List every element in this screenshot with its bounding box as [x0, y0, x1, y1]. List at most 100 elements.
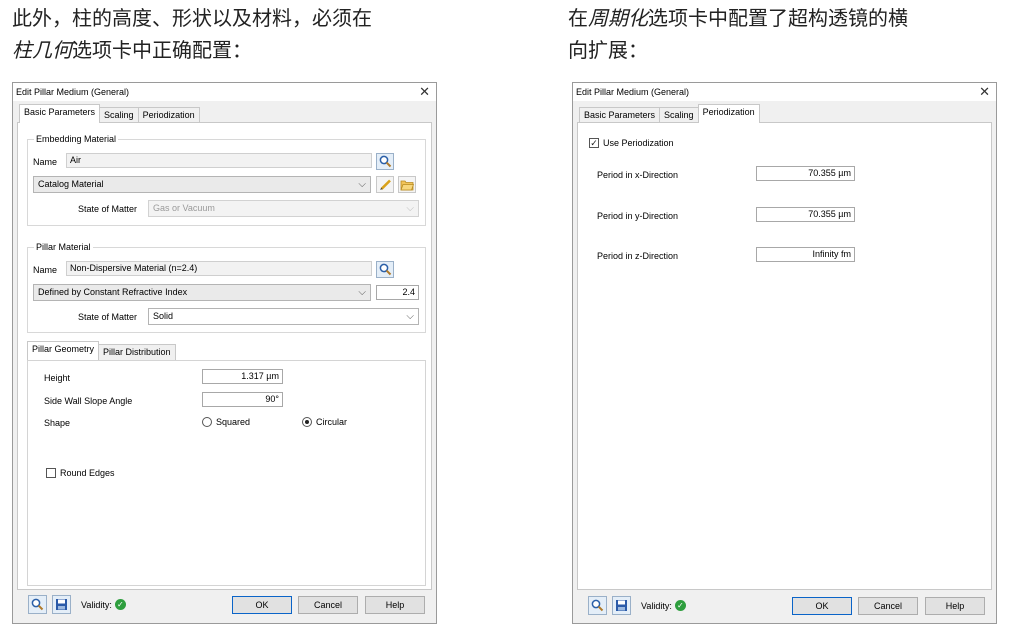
pillar-state-value: Solid: [153, 311, 174, 321]
tab-scaling[interactable]: Scaling: [659, 107, 699, 123]
tab-scaling[interactable]: Scaling: [99, 107, 139, 123]
chevron-down-icon: ⌵: [406, 203, 414, 214]
height-field[interactable]: 1.317 µm: [202, 369, 283, 384]
edit-pillar-medium-dialog-basic: Edit Pillar Medium (General) ✕ Basic Par…: [12, 82, 437, 624]
caption-left: 此外，柱的高度、形状以及材料，必须在 柱几何选项卡中正确配置：: [12, 2, 462, 66]
pillar-name-label: Name: [33, 265, 58, 275]
main-tabs: Basic Parameters Scaling Periodization: [19, 104, 200, 123]
embedding-name-label: Name: [33, 157, 58, 167]
checkbox-box: [46, 468, 56, 478]
embedding-catalog-value: Catalog Material: [38, 179, 104, 189]
tab-basic-parameters[interactable]: Basic Parameters: [19, 104, 101, 123]
search-footer-button[interactable]: [28, 595, 47, 614]
period-y-label: Period in y-Direction: [597, 211, 679, 221]
cancel-button[interactable]: Cancel: [298, 596, 358, 614]
round-edges-label: Round Edges: [60, 468, 115, 478]
ok-button[interactable]: OK: [792, 597, 852, 615]
shape-circular-label: Circular: [316, 417, 348, 427]
pillar-state-select[interactable]: Solid ⌵: [148, 308, 419, 325]
chevron-down-icon: ⌵: [358, 179, 366, 190]
caption-right-prefix: 在: [568, 6, 588, 30]
basic-parameters-panel: Embedding Material Name Air Catalog Mate…: [17, 122, 432, 590]
save-icon: [56, 599, 67, 610]
cancel-button[interactable]: Cancel: [858, 597, 918, 615]
dialog-title: Edit Pillar Medium (General): [576, 87, 690, 97]
periodization-panel: ✓ Use Periodization Period in x-Directio…: [577, 122, 992, 590]
validity-indicator: Validity: ✓: [641, 600, 686, 611]
slope-angle-label: Side Wall Slope Angle: [44, 396, 133, 406]
caption-right-line1: 选项卡中配置了超构透镜的横: [648, 6, 908, 30]
pillar-geometry-panel: Height 1.317 µm Side Wall Slope Angle 90…: [27, 360, 426, 586]
refractive-index-field[interactable]: 2.4: [376, 285, 419, 300]
shape-label: Shape: [44, 418, 71, 428]
tab-pillar-distribution[interactable]: Pillar Distribution: [98, 344, 176, 360]
pillar-material-legend: Pillar Material: [34, 242, 93, 252]
radio-dot-selected: [302, 417, 312, 427]
save-button[interactable]: [612, 596, 631, 615]
edit-pencil-icon: [379, 179, 391, 190]
geometry-tabs: Pillar Geometry Pillar Distribution: [27, 341, 176, 360]
period-y-field[interactable]: 70.355 µm: [756, 207, 855, 222]
shape-squared-radio[interactable]: Squared: [202, 417, 250, 427]
embedding-material-legend: Embedding Material: [34, 134, 119, 144]
caption-right-italic: 周期化: [588, 6, 648, 30]
pillar-search-button[interactable]: [376, 261, 394, 278]
caption-right-line2: 向扩展：: [568, 38, 648, 62]
embedding-state-value: Gas or Vacuum: [153, 203, 215, 213]
chevron-down-icon: ⌵: [358, 287, 366, 298]
round-edges-checkbox[interactable]: Round Edges: [46, 468, 115, 478]
embedding-state-label: State of Matter: [78, 204, 138, 214]
validity-label: Validity:: [641, 600, 672, 611]
validity-check-icon: ✓: [674, 600, 686, 611]
help-button[interactable]: Help: [365, 596, 425, 614]
shape-squared-label: Squared: [216, 417, 251, 427]
pillar-name-field[interactable]: Non-Dispersive Material (n=2.4): [66, 261, 372, 276]
caption-right: 在周期化选项卡中配置了超构透镜的横 向扩展：: [568, 2, 1008, 66]
validity-label: Validity:: [81, 599, 112, 610]
caption-left-line1: 此外，柱的高度、形状以及材料，必须在: [12, 6, 372, 30]
chevron-down-icon: ⌵: [406, 311, 414, 322]
use-periodization-label: Use Periodization: [603, 138, 674, 148]
period-z-field[interactable]: Infinity fm: [756, 247, 855, 262]
search-icon: [591, 599, 604, 612]
close-icon[interactable]: ✕: [979, 84, 990, 100]
shape-circular-radio[interactable]: Circular: [302, 417, 347, 427]
edit-material-button[interactable]: [376, 176, 394, 193]
period-x-field[interactable]: 70.355 µm: [756, 166, 855, 181]
help-button[interactable]: Help: [925, 597, 985, 615]
search-icon: [379, 155, 391, 168]
pillar-state-label: State of Matter: [78, 312, 138, 322]
checkbox-box-checked: ✓: [589, 137, 599, 148]
tab-periodization[interactable]: Periodization: [137, 107, 200, 123]
dialog-title: Edit Pillar Medium (General): [16, 87, 130, 97]
pillar-definition-value: Defined by Constant Refractive Index: [38, 287, 188, 297]
use-periodization-checkbox[interactable]: ✓ Use Periodization: [589, 138, 674, 148]
open-catalog-button[interactable]: [398, 176, 416, 193]
tab-periodization[interactable]: Periodization: [697, 104, 760, 123]
close-icon[interactable]: ✕: [419, 84, 430, 100]
embedding-state-select: Gas or Vacuum ⌵: [148, 200, 419, 217]
tab-basic-parameters[interactable]: Basic Parameters: [579, 107, 661, 123]
validity-check-icon: ✓: [114, 599, 126, 610]
titlebar: Edit Pillar Medium (General) ✕: [573, 83, 996, 101]
search-icon: [379, 263, 391, 276]
search-footer-button[interactable]: [588, 596, 607, 615]
embedding-search-button[interactable]: [376, 153, 394, 170]
height-label: Height: [44, 373, 71, 383]
ok-button[interactable]: OK: [232, 596, 292, 614]
save-button[interactable]: [52, 595, 71, 614]
embedding-catalog-select[interactable]: Catalog Material ⌵: [33, 176, 371, 193]
search-icon: [31, 598, 44, 611]
tab-pillar-geometry[interactable]: Pillar Geometry: [27, 341, 100, 360]
titlebar: Edit Pillar Medium (General) ✕: [13, 83, 436, 101]
embedding-name-field[interactable]: Air: [66, 153, 372, 168]
open-folder-icon: [400, 180, 414, 190]
pillar-definition-select[interactable]: Defined by Constant Refractive Index ⌵: [33, 284, 371, 301]
slope-angle-field[interactable]: 90°: [202, 392, 283, 407]
radio-dot: [202, 417, 212, 427]
edit-pillar-medium-dialog-periodization: Edit Pillar Medium (General) ✕ Basic Par…: [572, 82, 997, 624]
caption-left-italic: 柱几何: [12, 38, 72, 62]
validity-indicator: Validity: ✓: [81, 599, 126, 610]
caption-left-line2: 选项卡中正确配置：: [72, 38, 252, 62]
period-x-label: Period in x-Direction: [597, 170, 679, 180]
